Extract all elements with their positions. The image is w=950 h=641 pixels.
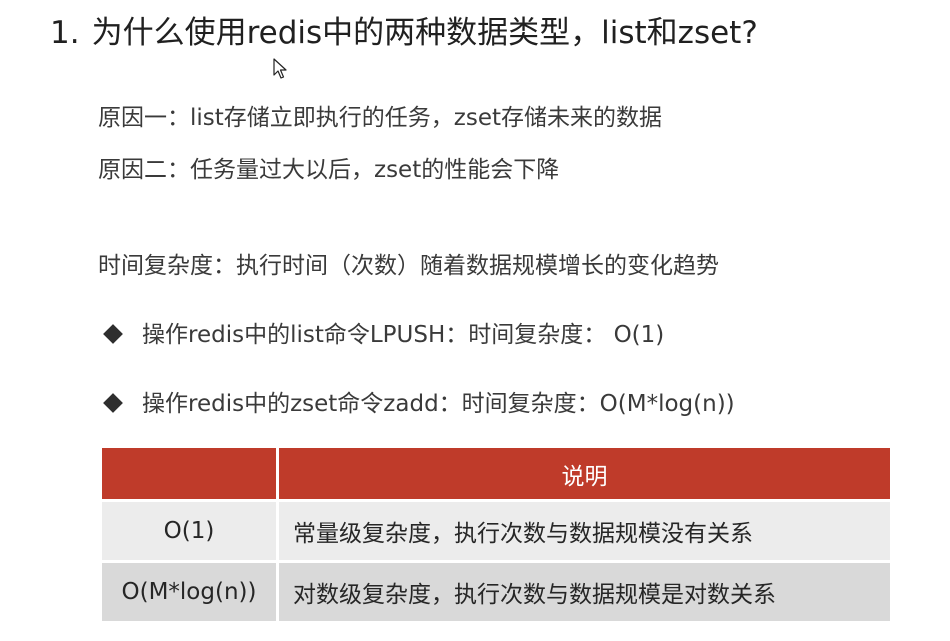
bullet-text: 操作redis中的zset命令zadd：时间复杂度：O(M*log(n)) bbox=[142, 391, 735, 417]
reason-two: 原因二：任务量过大以后，zset的性能会下降 bbox=[98, 157, 560, 183]
table-header-cell: 说明 bbox=[277, 448, 890, 502]
table-cell-complexity: O(1) bbox=[102, 500, 279, 563]
heading-number: 1. bbox=[50, 15, 80, 51]
reason-one: 原因一：list存储立即执行的任务，zset存储未来的数据 bbox=[98, 105, 663, 131]
table-header-cell bbox=[102, 448, 279, 502]
complexity-table: 说明 O(1) 常量级复杂度，执行次数与数据规模没有关系 O(M*log(n))… bbox=[102, 448, 890, 624]
page-title: 1. 为什么使用redis中的两种数据类型，list和zset? bbox=[50, 13, 758, 53]
table-cell-description: 常量级复杂度，执行次数与数据规模没有关系 bbox=[277, 500, 890, 563]
table-row: O(1) 常量级复杂度，执行次数与数据规模没有关系 bbox=[102, 500, 890, 563]
table-cell-description: 对数级复杂度，执行次数与数据规模是对数关系 bbox=[277, 561, 890, 624]
table-cell-complexity: O(M*log(n)) bbox=[102, 561, 279, 624]
bullet-item-list: 操作redis中的list命令LPUSH：时间复杂度： O(1) bbox=[100, 320, 664, 350]
diamond-bullet-icon bbox=[103, 393, 123, 413]
table-row: O(M*log(n)) 对数级复杂度，执行次数与数据规模是对数关系 bbox=[102, 561, 890, 624]
mouse-cursor-icon bbox=[273, 58, 287, 79]
table-header-row: 说明 bbox=[102, 448, 890, 502]
bullet-text: 操作redis中的list命令LPUSH：时间复杂度： O(1) bbox=[142, 322, 665, 348]
complexity-definition: 时间复杂度：执行时间（次数）随着数据规模增长的变化趋势 bbox=[98, 253, 719, 279]
diamond-bullet-icon bbox=[103, 324, 123, 344]
heading-text: 为什么使用redis中的两种数据类型，list和zset? bbox=[91, 15, 758, 51]
bullet-item-zset: 操作redis中的zset命令zadd：时间复杂度：O(M*log(n)) bbox=[100, 389, 735, 419]
